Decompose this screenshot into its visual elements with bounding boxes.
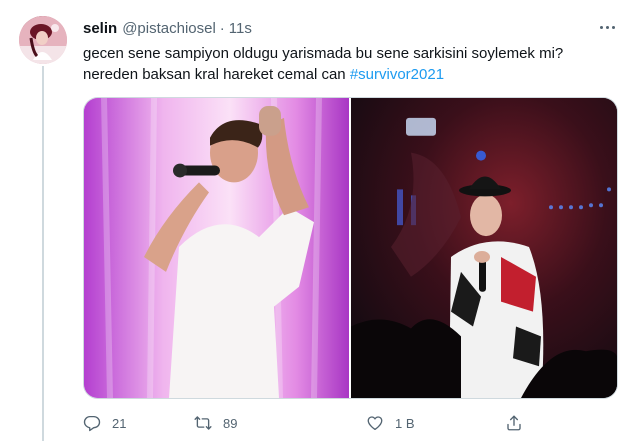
more-dot [599, 25, 603, 29]
author-handle[interactable]: @pistachiosel [122, 20, 216, 37]
retweet-count: 89 [223, 415, 238, 431]
tweet-text-line-2-body: nereden baksan kral hareket cemal can [83, 66, 346, 83]
like-button[interactable]: 1 B [366, 411, 415, 435]
thread-line [42, 66, 44, 441]
tweet-text-line-1: gecen sene sampiyon oldugu yarismada bu … [83, 45, 564, 62]
photo-singer-black-hat[interactable] [351, 98, 617, 398]
reply-icon [83, 415, 101, 432]
photo-singer-white-shirt[interactable] [84, 98, 349, 398]
separator-dot: · [219, 19, 225, 37]
tweet-text-line-2: nereden baksan kral hareket cemal can #s… [83, 64, 613, 85]
tweet-header: selin @pistachiosel · 11s [83, 18, 252, 38]
media-grid [83, 97, 618, 399]
retweet-icon [194, 416, 212, 430]
author-name[interactable]: selin [83, 20, 117, 37]
action-bar: 21 89 1 B [83, 411, 553, 435]
share-button[interactable] [505, 411, 523, 435]
retweet-button[interactable]: 89 [194, 411, 237, 435]
more-dot [605, 25, 609, 29]
like-count: 1 B [395, 415, 415, 431]
heart-icon [367, 416, 383, 431]
more-options-icon[interactable] [596, 18, 618, 36]
reply-count: 21 [112, 415, 127, 431]
share-icon [507, 415, 521, 431]
hashtag-link[interactable]: #survivor2021 [350, 66, 444, 83]
avatar[interactable] [19, 16, 67, 64]
tweet-text: gecen sene sampiyon oldugu yarismada bu … [83, 43, 613, 85]
reply-button[interactable]: 21 [83, 411, 126, 435]
timestamp[interactable]: 11s [229, 20, 252, 37]
tweet[interactable]: selin @pistachiosel · 11s gecen sene sam… [0, 0, 635, 441]
more-dot [611, 25, 615, 29]
